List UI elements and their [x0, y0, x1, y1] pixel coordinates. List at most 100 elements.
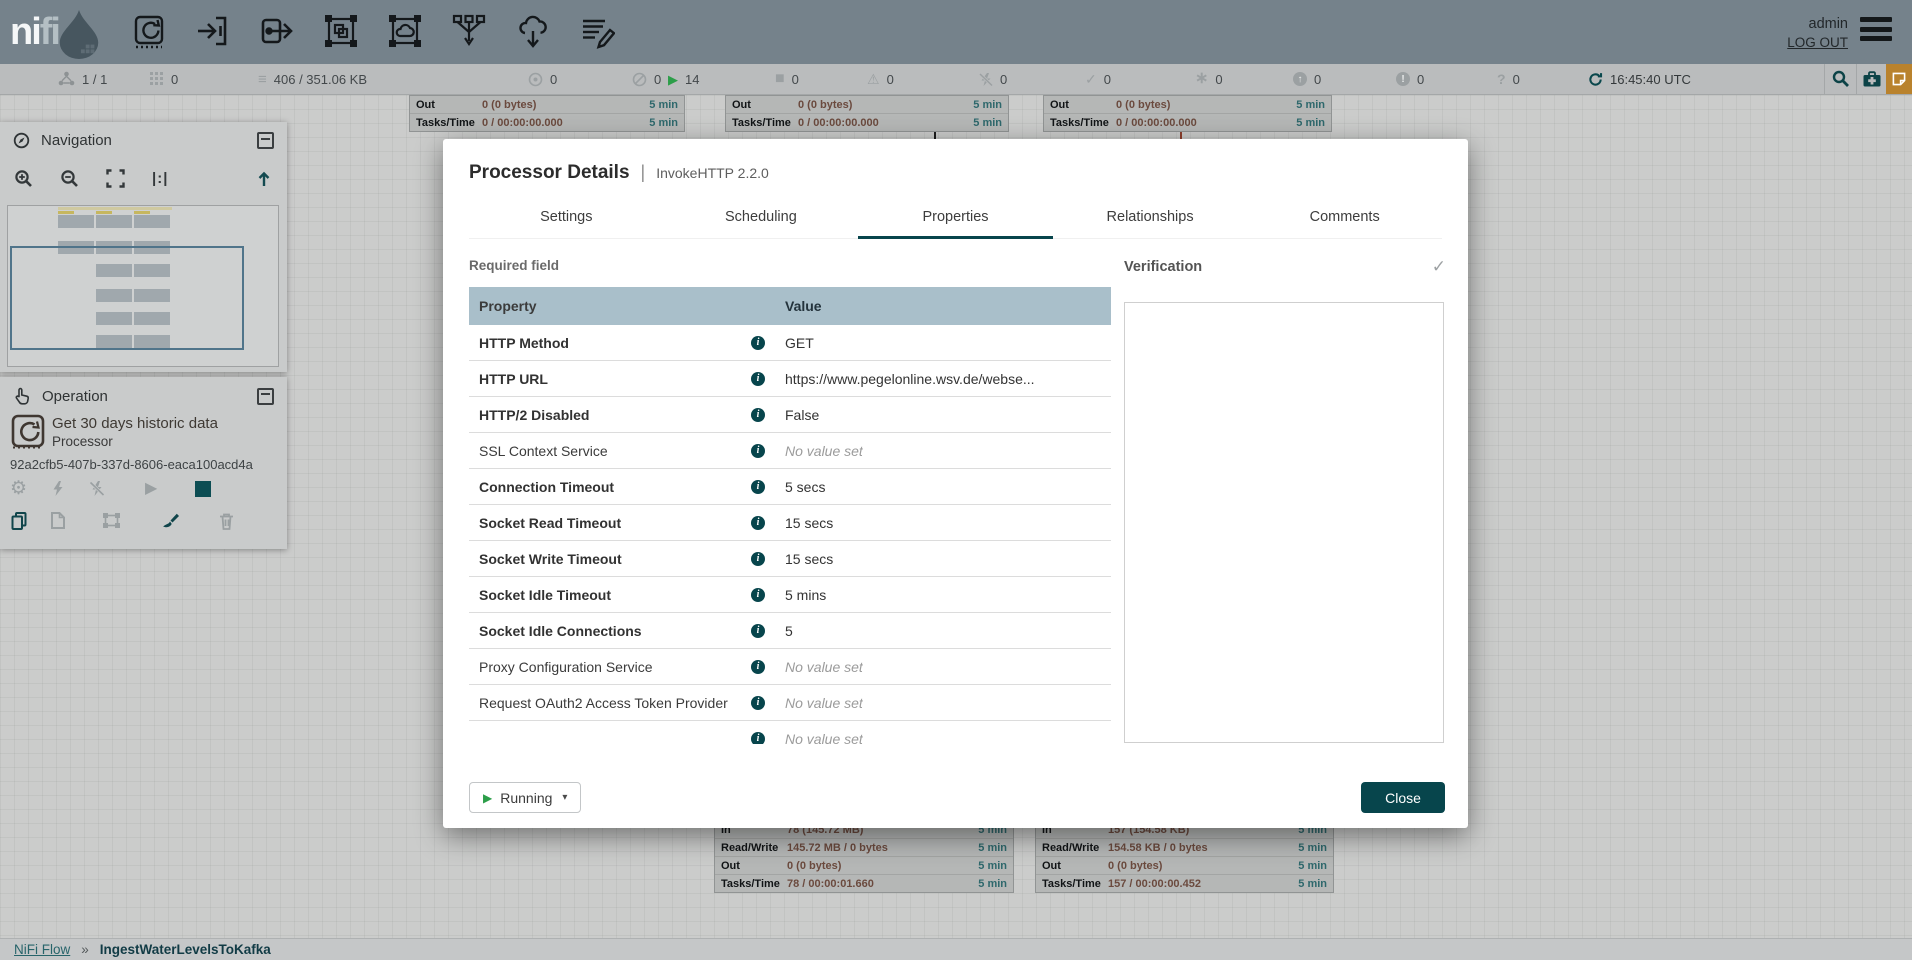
cluster-icon	[58, 71, 75, 87]
info-icon[interactable]: i	[751, 372, 765, 386]
info-icon[interactable]: i	[751, 408, 765, 422]
palette-processor-icon[interactable]	[130, 9, 168, 55]
enable-icon[interactable]	[51, 480, 65, 497]
flow-notice-button[interactable]	[1886, 64, 1912, 94]
table-row: HTTP/2 Disabled i False	[469, 397, 1111, 433]
table-row: Socket Idle Timeout i 5 mins	[469, 577, 1111, 613]
birdseye-minimap[interactable]	[7, 205, 279, 367]
leave-group-button[interactable]	[255, 170, 273, 188]
processor-stats: In157 (154.58 KB)5 min Read/Write154.58 …	[1035, 820, 1334, 893]
active-threads-status: 0	[150, 64, 178, 94]
delete-icon[interactable]	[219, 512, 234, 530]
zoom-fit-button[interactable]	[106, 169, 125, 188]
copy-icon[interactable]	[10, 511, 28, 530]
info-icon[interactable]: i	[751, 624, 765, 638]
processor-stats: Out0 (0 bytes)5 min Tasks/Time0 / 00:00:…	[409, 95, 685, 132]
zoom-out-button[interactable]	[60, 169, 79, 188]
transmitting-status: 0	[528, 64, 557, 94]
selected-component-id: 92a2cfb5-407b-337d-8606-eaca100acd4a	[10, 457, 253, 472]
operation-actions-row-1: ⚙ ▶	[10, 479, 211, 498]
first-aid-icon	[1862, 70, 1882, 88]
group-icon[interactable]	[102, 512, 121, 529]
close-button[interactable]: Close	[1361, 782, 1445, 813]
palette-process-group-icon[interactable]	[322, 9, 360, 55]
collapse-icon[interactable]	[257, 388, 274, 405]
minimap-node	[58, 207, 172, 210]
minimap-node	[96, 211, 112, 214]
operation-panel-header: Operation	[0, 377, 287, 415]
collapse-icon[interactable]	[257, 132, 274, 149]
palette-output-port-icon[interactable]	[258, 9, 296, 55]
invalid-status: ⚠ 0	[867, 64, 894, 94]
configure-icon[interactable]: ⚙	[10, 479, 27, 498]
refresh-icon[interactable]	[1588, 72, 1603, 87]
palette-template-icon[interactable]	[514, 9, 552, 55]
tab-relationships[interactable]: Relationships	[1053, 195, 1248, 238]
disable-icon[interactable]	[89, 480, 105, 497]
transmitting-icon	[528, 72, 543, 87]
queued-status: ≡ 406 / 351.06 KB	[258, 64, 367, 94]
nifi-logo: nifi	[0, 4, 104, 60]
tab-settings[interactable]: Settings	[469, 195, 664, 238]
column-value: Value	[751, 298, 822, 314]
table-row: HTTP URL i https://www.pegelonline.wsv.d…	[469, 361, 1111, 397]
tab-properties[interactable]: Properties	[858, 195, 1053, 238]
palette-label-icon[interactable]	[578, 9, 616, 55]
cluster-status: 1 / 1	[58, 64, 107, 94]
palette-remote-process-group-icon[interactable]	[386, 9, 424, 55]
username: admin	[1809, 16, 1849, 32]
start-icon[interactable]: ▶	[145, 481, 157, 497]
properties-table[interactable]: Property Value HTTP Method i GET HTTP UR…	[469, 287, 1111, 744]
navigation-panel: Navigation |:|	[0, 122, 287, 372]
info-icon[interactable]: i	[751, 552, 765, 566]
tab-scheduling[interactable]: Scheduling	[664, 195, 859, 238]
up-to-date-status: ✓ 0	[1085, 64, 1111, 94]
info-icon[interactable]: i	[751, 588, 765, 602]
nifi-droplet-icon	[54, 8, 104, 60]
stale-icon: ↑	[1293, 72, 1307, 86]
properties-table-header: Property Value	[469, 287, 1111, 325]
dialog-title: Processor Details	[469, 162, 630, 184]
breadcrumb-root-link[interactable]: NiFi Flow	[14, 942, 70, 957]
selected-component-type: Processor	[52, 434, 113, 449]
stale-status: ↑ 0	[1293, 64, 1321, 94]
minimap-node	[96, 215, 132, 228]
logout-link[interactable]: LOG OUT	[1787, 35, 1848, 50]
column-property: Property	[469, 298, 751, 314]
info-icon[interactable]: i	[751, 732, 765, 745]
navigate-icon	[13, 132, 30, 149]
info-icon[interactable]: i	[751, 660, 765, 674]
palette-input-port-icon[interactable]	[194, 9, 232, 55]
stop-icon[interactable]	[195, 481, 211, 497]
first-aid-button[interactable]	[1856, 64, 1886, 94]
zoom-in-button[interactable]	[14, 169, 33, 188]
table-row: Socket Read Timeout i 15 secs	[469, 505, 1111, 541]
info-icon[interactable]: i	[751, 336, 765, 350]
status-bar: 1 / 1 0 ≡ 406 / 351.06 KB 0 0 ▶ 14 ■ 0 ⚠…	[0, 64, 1912, 95]
operation-panel: Operation Get 30 days historic data Proc…	[0, 377, 287, 549]
navigation-panel-title: Navigation	[41, 132, 112, 149]
search-button[interactable]	[1824, 64, 1856, 94]
dialog-title-row: Processor Details | InvokeHTTP 2.2.0	[469, 162, 769, 184]
paste-icon[interactable]	[50, 511, 66, 530]
title-separator: |	[641, 162, 646, 183]
note-icon	[1891, 71, 1907, 87]
app-header: nifi	[0, 0, 1912, 64]
stopped-icon: ■	[775, 71, 785, 87]
tab-comments[interactable]: Comments	[1247, 195, 1442, 238]
run-state-button[interactable]: ▶ Running ▾	[469, 782, 581, 813]
info-icon[interactable]: i	[751, 480, 765, 494]
locally-modified-icon: ∗	[1195, 71, 1208, 87]
global-menu-icon[interactable]	[1860, 17, 1892, 41]
palette-funnel-icon[interactable]	[450, 9, 488, 55]
info-icon[interactable]: i	[751, 444, 765, 458]
locally-modified-stale-status: ! 0	[1396, 64, 1424, 94]
info-icon[interactable]: i	[751, 516, 765, 530]
zoom-actual-size-button[interactable]: |:|	[152, 170, 168, 187]
disabled-icon	[979, 72, 993, 87]
color-icon[interactable]	[159, 512, 179, 530]
processor-stats: Out0 (0 bytes)5 min Tasks/Time0 / 00:00:…	[1043, 95, 1332, 132]
verify-check-icon[interactable]: ✓	[1432, 257, 1446, 277]
info-icon[interactable]: i	[751, 696, 765, 710]
minimap-viewport[interactable]	[10, 246, 244, 350]
